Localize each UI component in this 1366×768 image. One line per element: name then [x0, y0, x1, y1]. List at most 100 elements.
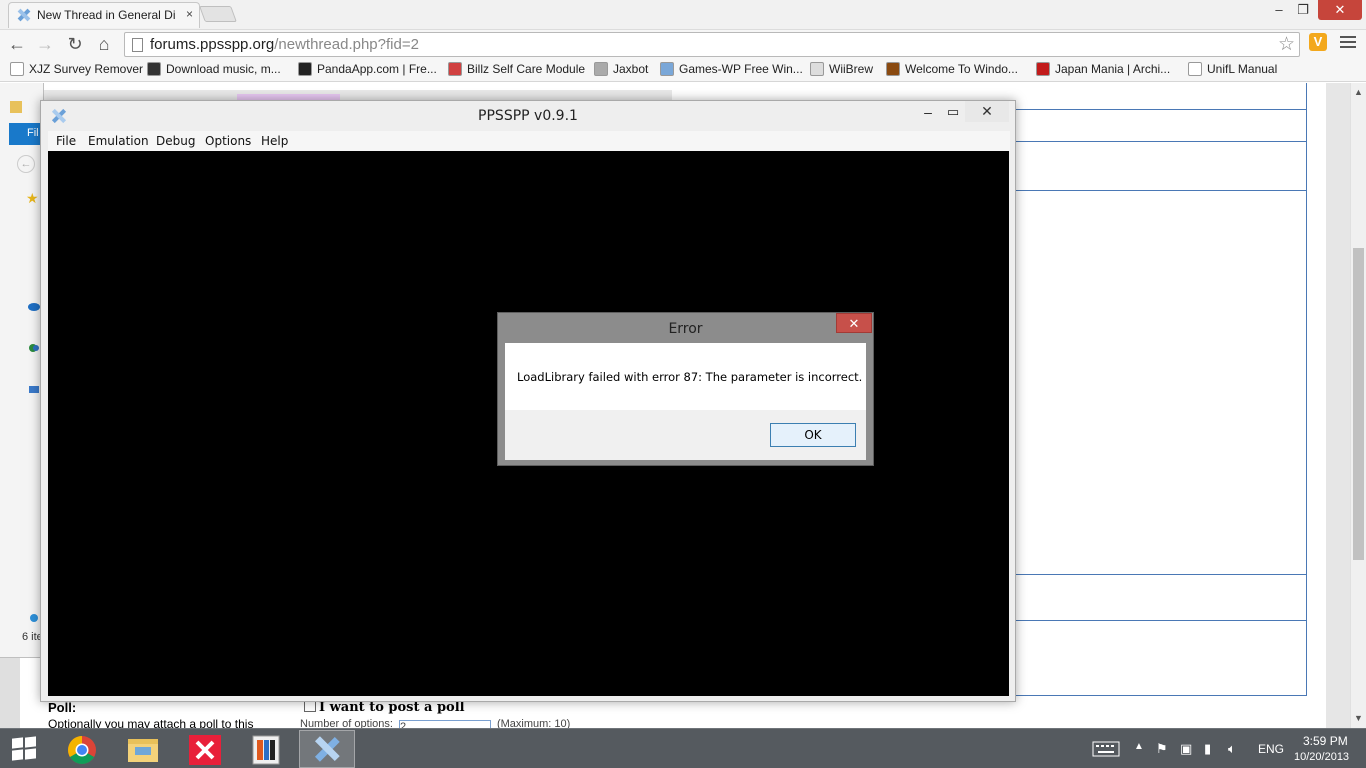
bookmark-label: UnifL Manual: [1207, 62, 1278, 76]
favorites-star-icon[interactable]: ★: [26, 190, 39, 207]
url-path: /newthread.php?fid=2: [274, 36, 419, 53]
bookmark-item[interactable]: Welcome To Windo...: [886, 62, 1018, 76]
back-arrow-icon[interactable]: ←: [6, 33, 28, 55]
poll-checkbox-row[interactable]: I want to post a poll: [304, 700, 465, 715]
page-icon: [10, 62, 24, 76]
file-explorer-window[interactable]: Fil ← ★ 6 ite: [0, 83, 44, 658]
bookmark-label: Download music, m...: [166, 62, 281, 76]
taskbar-chrome-button[interactable]: [54, 730, 110, 768]
homegroup-icon[interactable]: [28, 343, 40, 353]
bookmarks-bar: XJZ Survey Remover Download music, m... Pa…: [0, 58, 1366, 82]
extension-icon[interactable]: V: [1309, 33, 1327, 51]
scroll-up-icon[interactable]: ▲: [1354, 87, 1363, 97]
onedrive-icon[interactable]: [28, 301, 40, 311]
ok-button[interactable]: OK: [770, 423, 856, 447]
bookmark-item[interactable]: Jaxbot: [594, 62, 648, 76]
browser-close-button[interactable]: ✕: [1318, 0, 1362, 20]
ppsspp-maximize-button[interactable]: ▭: [943, 104, 963, 120]
reload-icon[interactable]: ↻: [64, 33, 86, 55]
bookmark-item[interactable]: UnifL Manual: [1188, 62, 1277, 76]
poll-label: Poll:: [48, 700, 77, 715]
error-dialog-titlebar[interactable]: Error ✕: [498, 313, 873, 343]
flag-icon: [1036, 62, 1050, 76]
menu-file[interactable]: File: [56, 134, 76, 148]
browser-tab-strip: New Thread in General Di × – ❐ ✕: [0, 0, 1366, 30]
home-icon[interactable]: ⌂: [93, 33, 115, 55]
bookmark-label: Jaxbot: [613, 62, 649, 76]
tab-title: New Thread in General Di: [37, 8, 176, 22]
forum-row-divider: [1015, 141, 1307, 142]
power-icon[interactable]: ▮: [1204, 741, 1211, 757]
explorer-back-icon[interactable]: ←: [17, 155, 35, 173]
bookmark-item[interactable]: PandaApp.com | Fre...: [298, 62, 437, 76]
ppsspp-close-button[interactable]: ✕: [965, 101, 1009, 122]
bars-icon: [660, 62, 674, 76]
folder-icon: [10, 101, 22, 113]
bookmark-item[interactable]: Japan Mania | Archi...: [1036, 62, 1170, 76]
forum-row-divider: [1015, 109, 1307, 110]
folder-icon: [128, 739, 158, 762]
page-icon: [132, 38, 143, 52]
taskbar-paint-button[interactable]: [238, 730, 294, 768]
ppsspp-favicon-icon: [17, 8, 31, 22]
explorer-file-tab[interactable]: Fil: [9, 123, 44, 145]
menu-debug[interactable]: Debug: [156, 134, 195, 148]
browser-menu-icon[interactable]: [1340, 36, 1356, 51]
gear-icon: [594, 62, 608, 76]
volume-icon[interactable]: 🔈︎: [1228, 741, 1236, 757]
browser-tab-active[interactable]: New Thread in General Di ×: [8, 2, 200, 28]
error-dialog-close-button[interactable]: ✕: [836, 313, 872, 333]
scroll-down-icon[interactable]: ▼: [1354, 713, 1363, 723]
browser-restore-button[interactable]: ❐: [1292, 0, 1314, 20]
url-host: forums.ppsspp.org/newthread.php?fid=2: [150, 36, 419, 53]
forward-arrow-icon[interactable]: →: [34, 33, 56, 55]
menu-help[interactable]: Help: [261, 134, 288, 148]
input-language[interactable]: ENG: [1258, 742, 1284, 756]
clock-date[interactable]: 10/20/2013: [1294, 751, 1349, 763]
keyboard-icon[interactable]: [1092, 741, 1120, 757]
address-bar[interactable]: forums.ppsspp.org/newthread.php?fid=2 ☆: [124, 32, 1300, 57]
error-dialog-body: LoadLibrary failed with error 87: The pa…: [505, 343, 866, 460]
computer-icon: [147, 62, 161, 76]
ppsspp-title: PPSSPP v0.9.1: [478, 108, 578, 124]
error-dialog-title: Error: [668, 321, 703, 337]
show-hidden-icons-icon[interactable]: ▲: [1134, 741, 1144, 752]
ppsspp-titlebar[interactable]: PPSSPP v0.9.1 – ▭ ✕: [41, 101, 1015, 131]
bookmark-label: Welcome To Windo...: [905, 62, 1018, 76]
menu-emulation[interactable]: Emulation: [88, 134, 149, 148]
wii-icon: [810, 62, 824, 76]
dots-icon: [448, 62, 462, 76]
clock-time[interactable]: 3:59 PM: [1303, 734, 1348, 748]
forum-row-divider: [1015, 620, 1307, 621]
network-icon[interactable]: ▣: [1180, 741, 1192, 757]
bookmark-item[interactable]: WiiBrew: [810, 62, 873, 76]
browser-minimize-button[interactable]: –: [1268, 0, 1290, 20]
page-margin-right: [1326, 83, 1350, 729]
bookmark-item[interactable]: Billz Self Care Module: [448, 62, 585, 76]
bookmark-item[interactable]: XJZ Survey Remover: [10, 62, 143, 76]
bookmark-item[interactable]: Download music, m...: [147, 62, 281, 76]
error-dialog[interactable]: Error ✕ LoadLibrary failed with error 87…: [497, 312, 874, 466]
action-center-flag-icon[interactable]: ⚑: [1156, 741, 1168, 757]
menu-options[interactable]: Options: [205, 134, 251, 148]
scrollbar-thumb[interactable]: [1353, 248, 1364, 560]
bookmark-label: WiiBrew: [829, 62, 873, 76]
chrome-icon: [68, 736, 96, 764]
visual-studio-icon: [189, 735, 221, 765]
taskbar-explorer-button[interactable]: [115, 730, 171, 768]
bookmark-star-icon[interactable]: ☆: [1278, 33, 1295, 56]
taskbar-ppsspp-button[interactable]: [299, 730, 355, 768]
bookmark-label: Billz Self Care Module: [467, 62, 586, 76]
page-scrollbar[interactable]: ▲ ▼: [1350, 83, 1366, 729]
ppsspp-minimize-button[interactable]: –: [918, 104, 938, 120]
new-tab-button[interactable]: [199, 6, 237, 22]
network-icon[interactable]: [28, 613, 40, 623]
windows-start-icon[interactable]: [12, 736, 38, 761]
tab-close-icon[interactable]: ×: [186, 7, 193, 21]
taskbar-visualstudio-button[interactable]: [177, 730, 233, 768]
forum-table: [1015, 83, 1307, 695]
computer-icon[interactable]: [28, 385, 40, 395]
ppsspp-menubar: File Emulation Debug Options Help: [48, 131, 1010, 151]
page-icon: [1188, 62, 1202, 76]
bookmark-item[interactable]: Games-WP Free Win...: [660, 62, 803, 76]
